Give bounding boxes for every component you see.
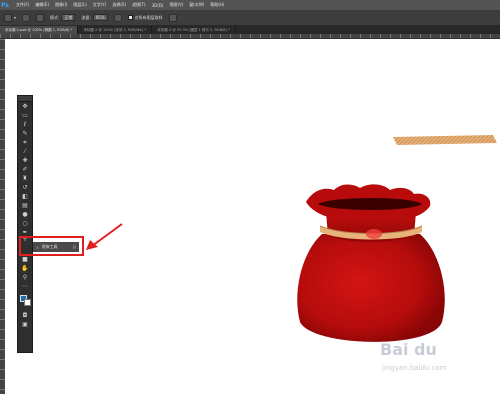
- document-tab-1[interactable]: 未标题-1.psd @ 100% (椭圆 1, RGB/8) *: [0, 26, 79, 34]
- menu-select[interactable]: 选择(S): [112, 2, 126, 8]
- zoom-tool-icon[interactable]: ⚲: [18, 273, 32, 282]
- smudge-tool-icon: ☝: [36, 244, 39, 250]
- menu-layer[interactable]: 图层(L): [73, 2, 86, 8]
- photoshop-logo: Ps: [1, 1, 9, 9]
- eraser-tool-icon[interactable]: ◧: [18, 192, 32, 201]
- smudge-tool-flyout-highlight: ☝ 涂抹工具 R: [19, 236, 84, 256]
- sample-all-layers[interactable]: 对所有图层取样: [127, 14, 163, 21]
- annotation-arrow: [86, 223, 123, 250]
- dodge-tool-icon[interactable]: ○: [18, 219, 32, 228]
- tool-preset-picker[interactable]: ▾: [4, 13, 16, 22]
- smudge-tool-menu-item[interactable]: ☝ 涂抹工具 R: [33, 242, 79, 252]
- menu-help[interactable]: 帮助(H): [210, 2, 224, 8]
- mode-label: 模式:: [50, 14, 60, 20]
- document-tab-3[interactable]: 未标题-3 @ 33.3% (图层 1 拷贝 5, RGB/8) *: [152, 26, 236, 34]
- menu-filter[interactable]: 滤镜(T): [132, 2, 146, 8]
- baidu-watermark: Bai du jingyan.baidu.com: [380, 340, 495, 384]
- lasso-tool-icon[interactable]: ℓ: [18, 120, 32, 129]
- pressure-icon: [113, 13, 122, 22]
- brush-panel-toggle[interactable]: [36, 13, 45, 22]
- finger-painting-toggle[interactable]: [168, 13, 177, 22]
- brush-panel-icon: [36, 13, 45, 22]
- finger-painting-icon: [168, 13, 177, 22]
- mode-control: 模式: 正常: [50, 14, 76, 21]
- watermark-url: jingyan.baidu.com: [382, 364, 447, 372]
- smudge-tool-label: 涂抹工具: [41, 244, 58, 249]
- color-swatches[interactable]: [18, 293, 32, 311]
- strength-input[interactable]: 95%: [92, 14, 108, 21]
- shape-tool-icon[interactable]: ■: [18, 255, 32, 264]
- smudge-tool-cell[interactable]: [22, 241, 32, 253]
- menu-file[interactable]: 文件(F): [16, 2, 29, 8]
- hand-tool-icon[interactable]: ✋: [18, 264, 32, 273]
- menu-edit[interactable]: 编辑(E): [35, 2, 49, 8]
- brush-tool-icon[interactable]: ✐: [18, 165, 32, 174]
- history-brush-tool-icon[interactable]: ↺: [18, 183, 32, 192]
- document-tabs: 未标题-1.psd @ 100% (椭圆 1, RGB/8) * 未标题-2 @…: [0, 26, 500, 34]
- quick-select-tool-icon[interactable]: ✎: [18, 129, 32, 138]
- menu-3d[interactable]: 3D(D): [152, 3, 164, 8]
- red-pouch-image[interactable]: [292, 182, 452, 354]
- menu-type[interactable]: 文字(Y): [93, 2, 107, 8]
- brush-icon: [22, 13, 31, 22]
- menu-view[interactable]: 视图(V): [169, 2, 183, 8]
- options-bar: ▾ 模式: 正常 流量: 95% 对所有图层取样: [0, 10, 500, 26]
- marquee-tool-icon[interactable]: ▭: [18, 111, 32, 120]
- rope-shape[interactable]: [393, 135, 497, 145]
- tools-panel: ✥ ▭ ℓ ✎ ⌗ ⁄ ✚ ✐ ♜ ↺ ◧ ▤ ● ○ ✒ T ➤ ■ ✋ ⚲ …: [17, 95, 33, 353]
- pressure-toggle[interactable]: [113, 13, 122, 22]
- strength-label: 流量:: [81, 14, 91, 20]
- menu-window[interactable]: 窗口(W): [189, 2, 204, 8]
- move-tool-icon[interactable]: ✥: [18, 102, 32, 111]
- blur-tool-icon[interactable]: ●: [18, 210, 32, 219]
- smudge-tool-shortcut: R: [73, 244, 76, 250]
- healing-brush-tool-icon[interactable]: ✚: [18, 156, 32, 165]
- crop-tool-icon[interactable]: ⌗: [18, 138, 32, 147]
- mode-select[interactable]: 正常: [61, 14, 76, 21]
- clone-stamp-tool-icon[interactable]: ♜: [18, 174, 32, 183]
- sample-all-layers-label: 对所有图层取样: [134, 14, 163, 20]
- eyedropper-tool-icon[interactable]: ⁄: [18, 147, 32, 156]
- background-color-swatch[interactable]: [24, 299, 31, 306]
- menu-image[interactable]: 图像(I): [55, 2, 67, 8]
- quick-mask-icon[interactable]: ◘: [18, 311, 32, 320]
- brush-preset-picker[interactable]: [22, 13, 31, 22]
- watermark-brand: Bai du: [380, 340, 437, 359]
- ellipsis-icon[interactable]: ⋯: [18, 282, 32, 291]
- strength-control: 流量: 95%: [81, 14, 108, 21]
- menu-bar: Ps 文件(F) 编辑(E) 图像(I) 图层(L) 文字(Y) 选择(S) 滤…: [0, 0, 500, 10]
- sample-all-layers-checkbox[interactable]: [127, 15, 133, 20]
- smudge-preset-icon: [4, 13, 12, 22]
- gradient-tool-icon[interactable]: ▤: [18, 201, 32, 210]
- screen-mode-icon[interactable]: ▣: [18, 320, 32, 329]
- document-tab-2[interactable]: 未标题-2 @ 100% (形状 2, RGB/8#) *: [78, 26, 153, 34]
